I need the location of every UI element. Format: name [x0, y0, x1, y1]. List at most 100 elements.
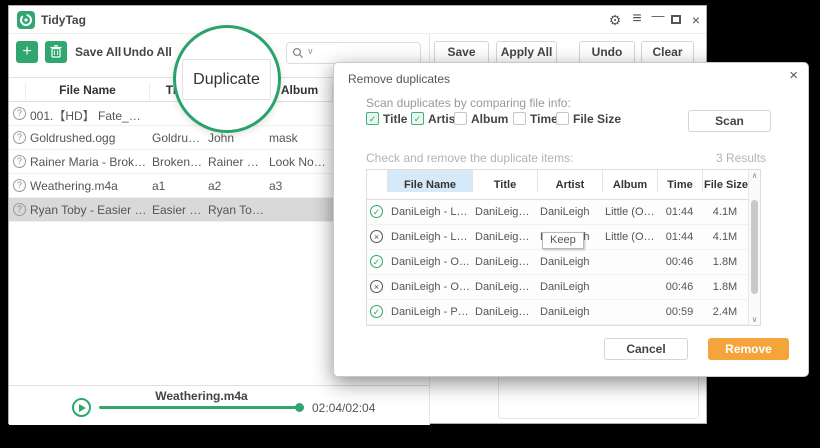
- duplicate-row[interactable]: ✓ DaniLeigh - Play -... DaniLeigh ... Da…: [367, 300, 750, 325]
- cell-file-name: DaniLeigh - On (A...: [391, 256, 471, 268]
- cell-artist: Rainer Ma...: [208, 155, 264, 169]
- duplicate-row[interactable]: × DaniLeigh - On (A... DaniLeigh ... Dan…: [367, 275, 750, 300]
- play-button[interactable]: [72, 398, 91, 417]
- duplicate-row[interactable]: ✓ DaniLeigh - Lurkin... DaniLeigh ... Da…: [367, 200, 750, 225]
- settings-icon[interactable]: ⚙: [607, 12, 623, 29]
- menu-icon[interactable]: ≡: [629, 10, 645, 28]
- duplicates-table: File Name Title Artist Album Time File S…: [366, 169, 761, 326]
- delete-button[interactable]: [45, 41, 67, 63]
- cell-time: 01:44: [657, 206, 702, 218]
- add-files-button[interactable]: +: [16, 41, 38, 63]
- maximize-icon[interactable]: [671, 15, 681, 24]
- column-header-album[interactable]: Album: [602, 170, 657, 192]
- filter-checkbox-file-size[interactable]: [556, 112, 569, 125]
- cell-title: Easier Sai...: [152, 203, 205, 217]
- progress-handle[interactable]: [295, 403, 304, 412]
- filter-label-album: Album: [471, 112, 508, 126]
- undo-all-button[interactable]: Undo All: [123, 45, 172, 59]
- app-logo-icon: [17, 11, 35, 29]
- dialog-title: Remove duplicates: [348, 72, 450, 86]
- dialog-close-icon[interactable]: ×: [789, 67, 798, 84]
- keep-tooltip: Keep: [542, 232, 584, 249]
- filter-label-file-size: File Size: [573, 112, 621, 126]
- scan-hint-label: Scan duplicates by comparing file info:: [366, 96, 571, 110]
- search-input[interactable]: ∨: [286, 42, 421, 64]
- cell-file-size: 4.1M: [702, 206, 748, 218]
- cell-file-name: 001.【HD】 Fate_Grand Ord...: [30, 107, 150, 124]
- undo-button[interactable]: Undo: [579, 41, 635, 64]
- keep-check-icon[interactable]: ✓: [370, 255, 383, 268]
- cell-title: Goldrushed: [152, 131, 205, 145]
- cell-file-name: DaniLeigh - Lurkin...: [391, 231, 471, 243]
- cell-file-name: Goldrushed.ogg: [30, 131, 150, 145]
- cancel-button[interactable]: Cancel: [604, 338, 688, 360]
- clear-button[interactable]: Clear: [641, 41, 694, 64]
- duplicate-button[interactable]: Duplicate: [182, 59, 271, 100]
- duplicate-row[interactable]: ✓ DaniLeigh - On (A... DaniLeigh ... Dan…: [367, 250, 750, 275]
- save-all-button[interactable]: Save All: [75, 45, 121, 59]
- remove-button[interactable]: Remove: [708, 338, 789, 360]
- duplicates-rows: ✓ DaniLeigh - Lurkin... DaniLeigh ... Da…: [367, 200, 750, 325]
- column-header-title[interactable]: Title: [472, 170, 537, 192]
- cell-album: a3: [269, 179, 330, 193]
- cell-file-name: DaniLeigh - On (A...: [391, 281, 471, 293]
- cell-time: 00:46: [657, 281, 702, 293]
- cell-artist: Ryan Toby: [208, 203, 264, 217]
- search-icon: [292, 47, 304, 59]
- cell-title: a1: [152, 179, 205, 193]
- app-title: TidyTag: [41, 13, 86, 27]
- cell-album: Little (Orig...: [605, 206, 657, 218]
- column-header-file-size[interactable]: File Size: [702, 170, 750, 192]
- unknown-status-icon: ?: [13, 203, 26, 216]
- column-header-file-name[interactable]: File Name: [25, 83, 149, 102]
- cell-artist: DaniLeigh: [540, 256, 600, 268]
- playback-time: 02:04/02:04: [312, 401, 375, 415]
- cell-artist: DaniLeigh: [540, 281, 600, 293]
- cell-title: DaniLeigh ...: [475, 231, 535, 243]
- remove-duplicates-dialog: Remove duplicates × Scan duplicates by c…: [333, 62, 809, 377]
- cell-artist: John: [208, 131, 264, 145]
- progress-bar[interactable]: [99, 406, 299, 409]
- filter-checkbox-artist[interactable]: ✓: [411, 112, 424, 125]
- scan-button[interactable]: Scan: [688, 110, 771, 132]
- cell-time: 00:46: [657, 256, 702, 268]
- play-icon: [79, 404, 86, 412]
- keep-check-icon[interactable]: ✓: [370, 205, 383, 218]
- cell-artist: DaniLeigh: [540, 206, 600, 218]
- desktop-background: TidyTag ⚙ ≡ — × + Save All Undo All: [0, 0, 820, 448]
- scroll-down-icon[interactable]: ∨: [749, 315, 760, 324]
- cell-artist: DaniLeigh: [540, 306, 600, 318]
- cell-file-name: Ryan Toby - Easier Said Th...: [30, 203, 150, 217]
- apply-all-button[interactable]: Apply All: [496, 41, 557, 64]
- scrollbar-thumb[interactable]: [751, 200, 758, 294]
- column-header-artist[interactable]: Artist: [537, 170, 602, 192]
- filter-label-time: Time: [530, 112, 558, 126]
- cell-album: mask: [269, 131, 330, 145]
- keep-check-icon[interactable]: ✓: [370, 305, 383, 318]
- results-count: 3 Results: [716, 151, 766, 165]
- unknown-status-icon: ?: [13, 107, 26, 120]
- cell-file-name: DaniLeigh - Lurkin...: [391, 206, 471, 218]
- save-button[interactable]: Save: [434, 41, 489, 64]
- minimize-icon[interactable]: —: [650, 8, 666, 23]
- unknown-status-icon: ?: [13, 179, 26, 192]
- filter-checkbox-title[interactable]: ✓: [366, 112, 379, 125]
- remove-cross-icon[interactable]: ×: [370, 280, 383, 293]
- search-scope-caret-icon[interactable]: ∨: [307, 46, 314, 57]
- column-header-file-name[interactable]: File Name: [387, 170, 472, 192]
- cell-file-name: Weathering.m4a: [30, 179, 150, 193]
- cell-file-name: DaniLeigh - Play -...: [391, 306, 471, 318]
- cell-time: 01:44: [657, 231, 702, 243]
- duplicate-list-hint: Check and remove the duplicate items:: [366, 151, 573, 165]
- now-playing-track: Weathering.m4a: [99, 389, 304, 403]
- cell-title: DaniLeigh ...: [475, 306, 535, 318]
- close-icon[interactable]: ×: [688, 12, 704, 28]
- filter-checkbox-time[interactable]: [513, 112, 526, 125]
- player-bar: Weathering.m4a 02:04/02:04: [9, 385, 429, 425]
- column-header-time[interactable]: Time: [657, 170, 702, 192]
- remove-cross-icon[interactable]: ×: [370, 230, 383, 243]
- table-scrollbar[interactable]: ∧ ∨: [748, 170, 760, 325]
- scroll-up-icon[interactable]: ∧: [749, 171, 760, 180]
- unknown-status-icon: ?: [13, 155, 26, 168]
- filter-checkbox-album[interactable]: [454, 112, 467, 125]
